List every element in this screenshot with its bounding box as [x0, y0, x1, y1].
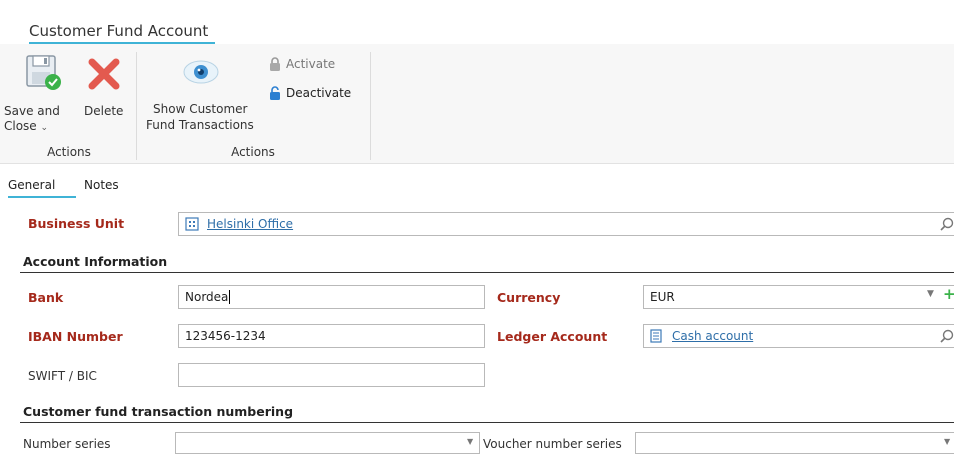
swift-bic-input[interactable]	[178, 363, 485, 387]
save-close-label-line1: Save and	[4, 104, 60, 118]
search-icon[interactable]	[940, 329, 954, 343]
iban-label: IBAN Number	[28, 329, 123, 344]
show-customer-fund-transactions-button[interactable]: Show Customer Fund Transactions	[146, 54, 266, 140]
currency-select[interactable]: EUR	[643, 285, 954, 309]
voucher-number-series-label: Voucher number series	[483, 437, 622, 451]
deactivate-button[interactable]: Deactivate	[268, 85, 351, 101]
ledger-icon	[650, 329, 662, 343]
ledger-account-link[interactable]: Cash account	[672, 329, 753, 343]
ribbon-group-label: Actions	[231, 145, 275, 159]
ribbon-separator	[370, 52, 371, 160]
search-icon[interactable]	[940, 217, 954, 231]
chevron-down-icon[interactable]: ▼	[944, 437, 950, 446]
delete-label: Delete	[84, 104, 124, 118]
deactivate-label: Deactivate	[286, 86, 352, 100]
activate-label: Activate	[286, 57, 336, 71]
bank-input[interactable]: Nordea	[178, 285, 485, 309]
text-cursor	[229, 290, 231, 304]
lock-icon	[270, 57, 280, 71]
show-txn-label-line2: Fund Transactions	[146, 118, 254, 132]
swift-bic-label: SWIFT / BIC	[28, 369, 97, 383]
iban-input[interactable]: 123456-1234	[178, 324, 485, 348]
delete-icon	[88, 58, 120, 90]
iban-value: 123456-1234	[185, 329, 266, 343]
tab-notes[interactable]: Notes	[84, 178, 119, 192]
chevron-down-icon[interactable]: ▼	[467, 437, 473, 446]
currency-label: Currency	[497, 290, 561, 305]
delete-button[interactable]: Delete	[82, 54, 132, 124]
show-txn-label-line1: Show Customer	[153, 102, 248, 116]
eye-icon	[183, 60, 219, 84]
account-information-heading: Account Information	[23, 254, 168, 269]
save-icon	[26, 55, 61, 90]
business-unit-label: Business Unit	[28, 216, 125, 231]
bank-label: Bank	[28, 290, 64, 305]
business-unit-link[interactable]: Helsinki Office	[207, 217, 293, 231]
ribbon-separator	[136, 52, 137, 160]
section-divider	[20, 272, 954, 273]
page-title: Customer Fund Account	[29, 22, 209, 40]
save-close-label-line2: Close ⌄	[4, 119, 49, 133]
building-icon	[185, 217, 199, 231]
number-series-select[interactable]	[175, 432, 480, 454]
add-icon[interactable]: +	[943, 285, 954, 303]
number-series-label: Number series	[23, 437, 111, 451]
ribbon-group-label: Actions	[47, 145, 91, 159]
ledger-account-label: Ledger Account	[497, 329, 608, 344]
unlock-icon	[270, 86, 280, 100]
numbering-heading: Customer fund transaction numbering	[23, 404, 294, 419]
tab-underline	[8, 196, 76, 198]
ledger-account-field[interactable]: Cash account	[643, 324, 954, 348]
section-divider	[20, 422, 954, 423]
save-and-close-button[interactable]: Save and Close ⌄	[4, 54, 80, 140]
bank-value: Nordea	[185, 290, 229, 304]
voucher-number-series-select[interactable]	[635, 432, 954, 454]
currency-value: EUR	[650, 290, 675, 304]
activate-button[interactable]: Activate	[268, 56, 335, 72]
business-unit-field[interactable]: Helsinki Office	[178, 212, 954, 236]
chevron-down-icon: ⌄	[40, 123, 49, 133]
tab-general[interactable]: General	[8, 178, 55, 192]
chevron-down-icon[interactable]: ▼	[927, 289, 934, 299]
